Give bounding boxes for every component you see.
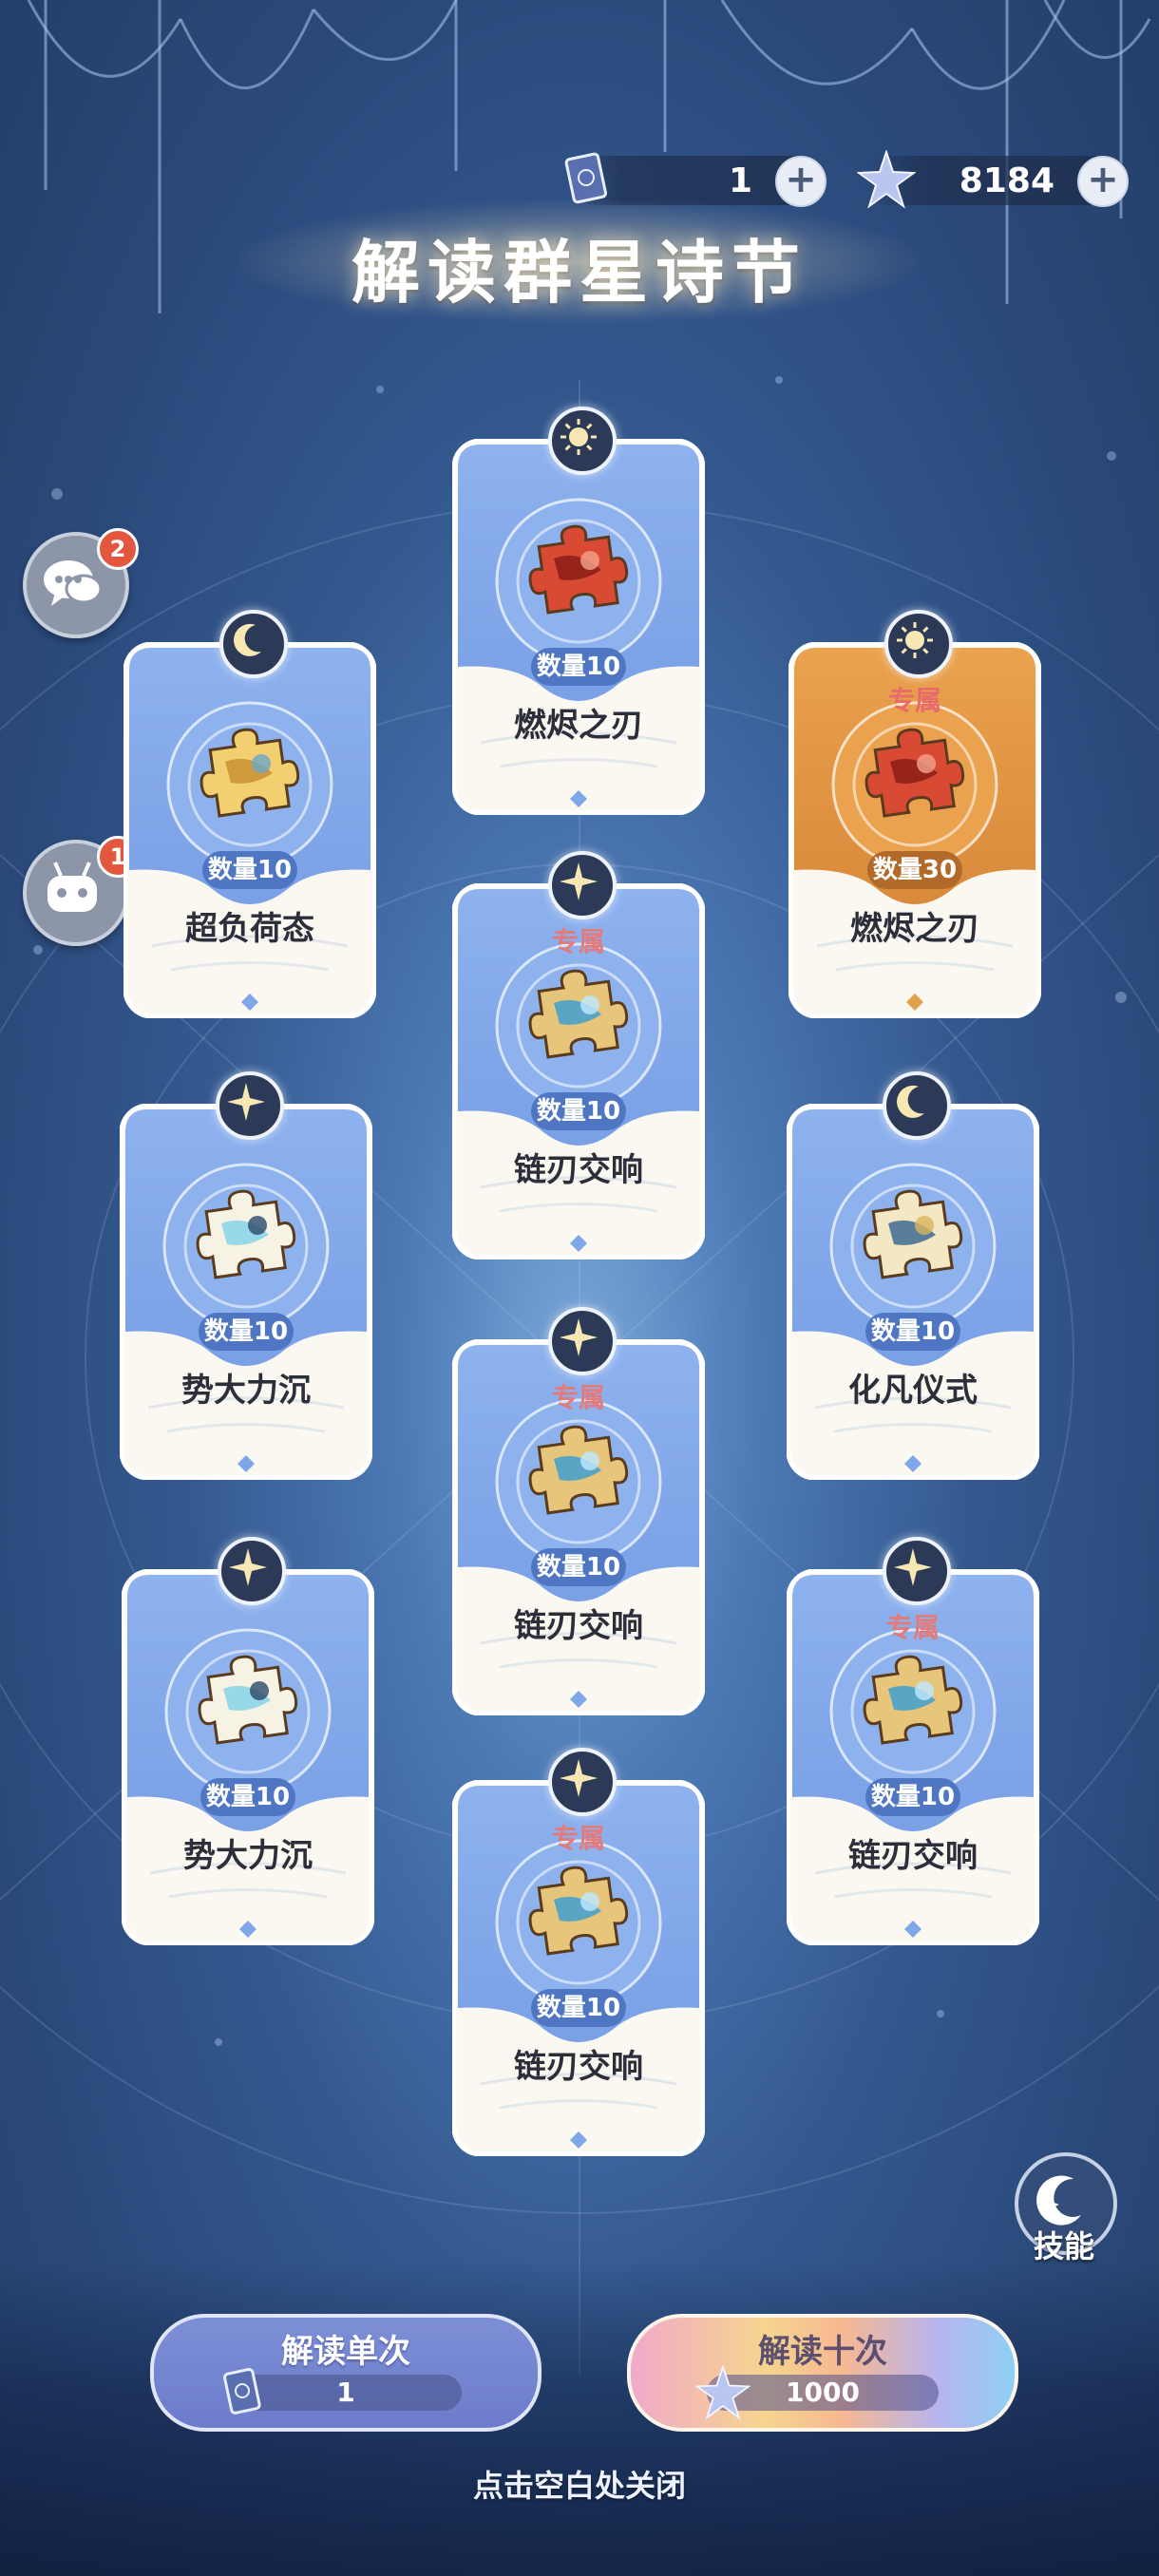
decode-once-label: 解读单次 xyxy=(281,2333,410,2371)
puzzle-piece-icon xyxy=(528,1425,629,1515)
close-hint[interactable]: 点击空白处关闭 xyxy=(0,2462,1159,2506)
quantity-badge: 数量10 xyxy=(200,1778,295,1816)
quantity-badge: 数量10 xyxy=(531,648,626,686)
decode-card[interactable]: 专属数量10 链刃交响 xyxy=(452,851,705,1260)
moon-emblem-icon xyxy=(883,1071,951,1140)
pass-currency: 1 + xyxy=(564,152,826,207)
card-frame xyxy=(120,1104,372,1480)
exclusive-tag: 专属 xyxy=(551,926,605,957)
quantity-badge: 数量10 xyxy=(865,1778,960,1816)
card-frame xyxy=(452,439,705,815)
decode-once-cost-value: 1 xyxy=(336,2377,355,2408)
sun-emblem-icon xyxy=(884,610,953,678)
quantity-badge: 数量10 xyxy=(531,1989,626,2027)
star-emblem-icon xyxy=(216,1071,284,1140)
card-frame xyxy=(124,642,376,1018)
diamond-marker-icon xyxy=(570,2131,587,2149)
diamond-marker-icon xyxy=(238,1455,255,1472)
diamond-marker-icon xyxy=(570,1691,587,1708)
decode-card[interactable]: 专属数量10 链刃交响 xyxy=(452,1748,705,2156)
starglitter-currency: 8184 + xyxy=(857,150,1129,209)
card-title: 燃烬之刃 xyxy=(514,707,643,745)
decode-once-button[interactable]: 解读单次 1 xyxy=(150,2314,542,2432)
chat-button[interactable]: 2 xyxy=(23,528,139,638)
decode-card[interactable]: 数量10 化凡仪式 xyxy=(787,1071,1039,1480)
exclusive-tag: 专属 xyxy=(551,1823,605,1854)
card-title: 势大力沉 xyxy=(183,1837,313,1875)
card-title: 链刃交响 xyxy=(848,1837,978,1875)
card-pass-icon xyxy=(223,2368,261,2415)
decode-card[interactable]: 数量10 势大力沉 xyxy=(122,1537,374,1945)
decode-ten-button[interactable]: 解读十次 1000 xyxy=(627,2314,1018,2432)
puzzle-piece-icon xyxy=(863,1655,963,1745)
decode-card[interactable]: 数量10 燃烬之刃 xyxy=(452,407,705,815)
page-title: 解读群星诗节 xyxy=(351,233,808,313)
card-title: 链刃交响 xyxy=(514,1151,643,1189)
puzzle-piece-icon xyxy=(528,969,629,1059)
puzzle-piece-icon xyxy=(528,1866,629,1956)
star-emblem-icon xyxy=(548,1748,617,1816)
quantity-badge: 数量30 xyxy=(867,851,962,889)
puzzle-piece-icon xyxy=(198,1655,298,1745)
puzzle-piece-icon xyxy=(863,1189,963,1279)
diamond-marker-icon xyxy=(904,1921,922,1938)
decode-ten-label: 解读十次 xyxy=(758,2333,887,2371)
exclusive-tag: 专属 xyxy=(885,1612,940,1643)
quantity-badge: 数量10 xyxy=(202,851,297,889)
decode-card[interactable]: 数量10 超负荷态 xyxy=(124,610,376,1018)
exclusive-tag: 专属 xyxy=(551,1382,605,1413)
puzzle-piece-icon xyxy=(528,524,629,615)
puzzle-piece-icon xyxy=(196,1189,296,1279)
star-emblem-icon xyxy=(548,1307,617,1375)
diamond-marker-icon xyxy=(239,1921,256,1938)
card-title: 超负荷态 xyxy=(185,910,314,948)
puzzle-piece-icon xyxy=(864,728,965,818)
card-pass-icon xyxy=(564,152,608,204)
diamond-marker-icon xyxy=(904,1455,922,1472)
puzzle-piece-icon xyxy=(200,728,300,818)
decode-once-cost: 1 xyxy=(223,2368,462,2415)
decode-card[interactable]: 专属数量30 燃烬之刃 xyxy=(788,610,1041,1018)
quantity-badge: 数量10 xyxy=(865,1313,960,1351)
card-frame xyxy=(787,1104,1039,1480)
pass-count: 1 xyxy=(728,161,752,200)
decode-ten-cost: 1000 xyxy=(695,2365,939,2420)
starglitter-count: 8184 xyxy=(959,161,1054,200)
card-frame xyxy=(122,1569,374,1945)
star-emblem-icon xyxy=(218,1537,286,1605)
card-title: 链刃交响 xyxy=(514,1607,643,1645)
quantity-badge: 数量10 xyxy=(531,1548,626,1586)
chat-badge: 2 xyxy=(97,528,139,570)
exclusive-tag: 专属 xyxy=(887,685,941,716)
decode-card[interactable]: 专属数量10 链刃交响 xyxy=(787,1537,1039,1945)
quantity-badge: 数量10 xyxy=(531,1092,626,1130)
decode-ten-cost-value: 1000 xyxy=(786,2377,860,2408)
star-emblem-icon xyxy=(883,1537,951,1605)
add-starglitter-button[interactable]: + xyxy=(1077,156,1129,207)
quantity-badge: 数量10 xyxy=(199,1313,294,1351)
decode-card[interactable]: 专属数量10 链刃交响 xyxy=(452,1307,705,1715)
card-title: 势大力沉 xyxy=(181,1372,311,1410)
card-title: 链刃交响 xyxy=(514,2048,643,2086)
diamond-marker-icon xyxy=(906,994,923,1011)
starglitter-icon xyxy=(695,2365,750,2420)
sun-emblem-icon xyxy=(548,407,617,475)
diamond-marker-icon xyxy=(241,994,258,1011)
card-title: 燃烬之刃 xyxy=(850,910,979,948)
star-emblem-icon xyxy=(548,851,617,919)
diamond-marker-icon xyxy=(570,790,587,807)
decode-card[interactable]: 数量10 势大力沉 xyxy=(120,1071,372,1480)
bot-button[interactable]: 1 xyxy=(23,836,139,946)
diamond-marker-icon xyxy=(570,1235,587,1252)
card-title: 化凡仪式 xyxy=(848,1372,978,1410)
moon-emblem-icon xyxy=(219,610,288,678)
